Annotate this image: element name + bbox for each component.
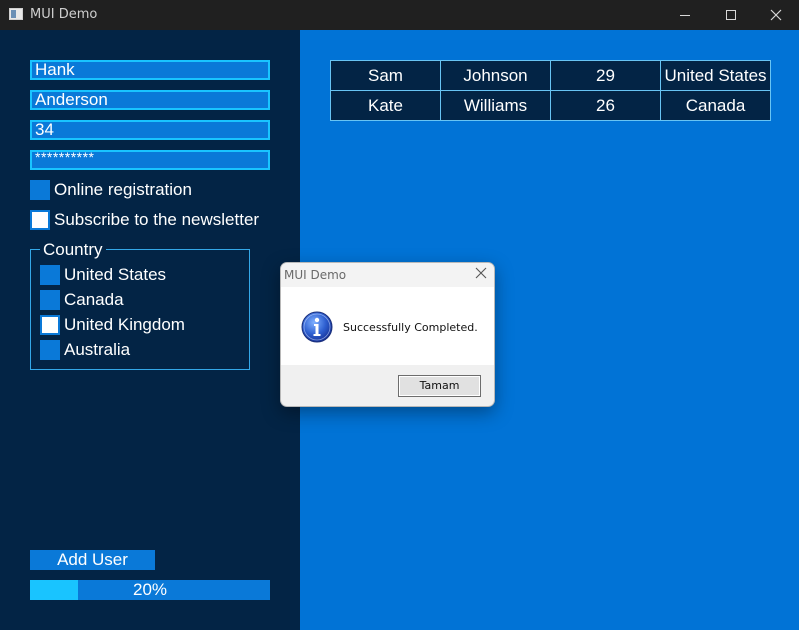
radio-united-kingdom[interactable] — [40, 315, 60, 335]
close-icon — [475, 267, 487, 279]
online-registration-label: Online registration — [54, 180, 192, 199]
country-option-australia[interactable]: Australia — [40, 340, 130, 360]
table-cell[interactable]: Canada — [660, 90, 771, 121]
users-table: Sam Johnson 29 United States Kate Willia… — [330, 60, 771, 121]
app-icon — [9, 8, 23, 20]
info-icon — [301, 311, 333, 343]
table-cell[interactable]: United States — [660, 60, 771, 91]
newsletter-checkbox-row[interactable]: Subscribe to the newsletter — [30, 210, 259, 230]
country-option-label: United States — [64, 265, 167, 284]
country-groupbox: Country United States Canada United King… — [30, 241, 250, 370]
radio-canada[interactable] — [40, 290, 60, 310]
country-option-canada[interactable]: Canada — [40, 290, 124, 310]
radio-united-states[interactable] — [40, 265, 60, 285]
table-cell[interactable]: Sam — [330, 60, 441, 91]
window-title: MUI Demo — [30, 7, 98, 22]
dialog-body: Successfully Completed. — [281, 287, 494, 365]
add-user-button[interactable]: Add User — [30, 550, 155, 570]
last-name-field[interactable]: Anderson — [30, 90, 270, 110]
table-row[interactable]: Kate Williams 26 Canada — [330, 90, 771, 121]
table-cell[interactable]: Williams — [440, 90, 551, 121]
message-dialog: MUI Demo Successfully Completed. Tamam — [280, 262, 495, 407]
progress-label: 20% — [132, 580, 168, 599]
close-button[interactable] — [753, 0, 799, 30]
online-registration-checkbox-row[interactable]: Online registration — [30, 180, 192, 200]
newsletter-label: Subscribe to the newsletter — [54, 210, 260, 229]
first-name-field[interactable]: Hank — [30, 60, 270, 80]
dialog-title-bar[interactable]: MUI Demo — [281, 263, 494, 287]
table-cell[interactable]: Johnson — [440, 60, 551, 91]
country-option-label: Canada — [64, 290, 124, 309]
country-option-label: United Kingdom — [64, 315, 185, 334]
online-registration-checkbox[interactable] — [30, 180, 50, 200]
dialog-close-button[interactable] — [473, 266, 489, 282]
progress-bar: 20% — [30, 580, 270, 600]
title-bar[interactable]: MUI Demo — [0, 0, 799, 30]
maximize-button[interactable] — [708, 0, 754, 30]
table-cell[interactable]: 29 — [550, 60, 661, 91]
age-field[interactable]: 34 — [30, 120, 270, 140]
minimize-icon — [680, 14, 690, 16]
minimize-button[interactable] — [662, 0, 708, 30]
country-option-label: Australia — [64, 340, 131, 359]
maximize-icon — [726, 10, 736, 20]
dialog-message: Successfully Completed. — [343, 321, 478, 334]
country-option-united-kingdom[interactable]: United Kingdom — [40, 315, 185, 335]
app-window: MUI Demo Hank Anderson 34 ********** Onl… — [0, 0, 799, 630]
table-row[interactable]: Sam Johnson 29 United States — [330, 60, 771, 91]
country-option-united-states[interactable]: United States — [40, 265, 166, 285]
country-group-title: Country — [40, 241, 106, 258]
password-field[interactable]: ********** — [30, 150, 270, 170]
dialog-title: MUI Demo — [284, 268, 347, 282]
newsletter-checkbox[interactable] — [30, 210, 50, 230]
radio-australia[interactable] — [40, 340, 60, 360]
dialog-ok-button[interactable]: Tamam — [398, 375, 481, 397]
table-cell[interactable]: 26 — [550, 90, 661, 121]
close-icon — [770, 9, 782, 21]
table-cell[interactable]: Kate — [330, 90, 441, 121]
